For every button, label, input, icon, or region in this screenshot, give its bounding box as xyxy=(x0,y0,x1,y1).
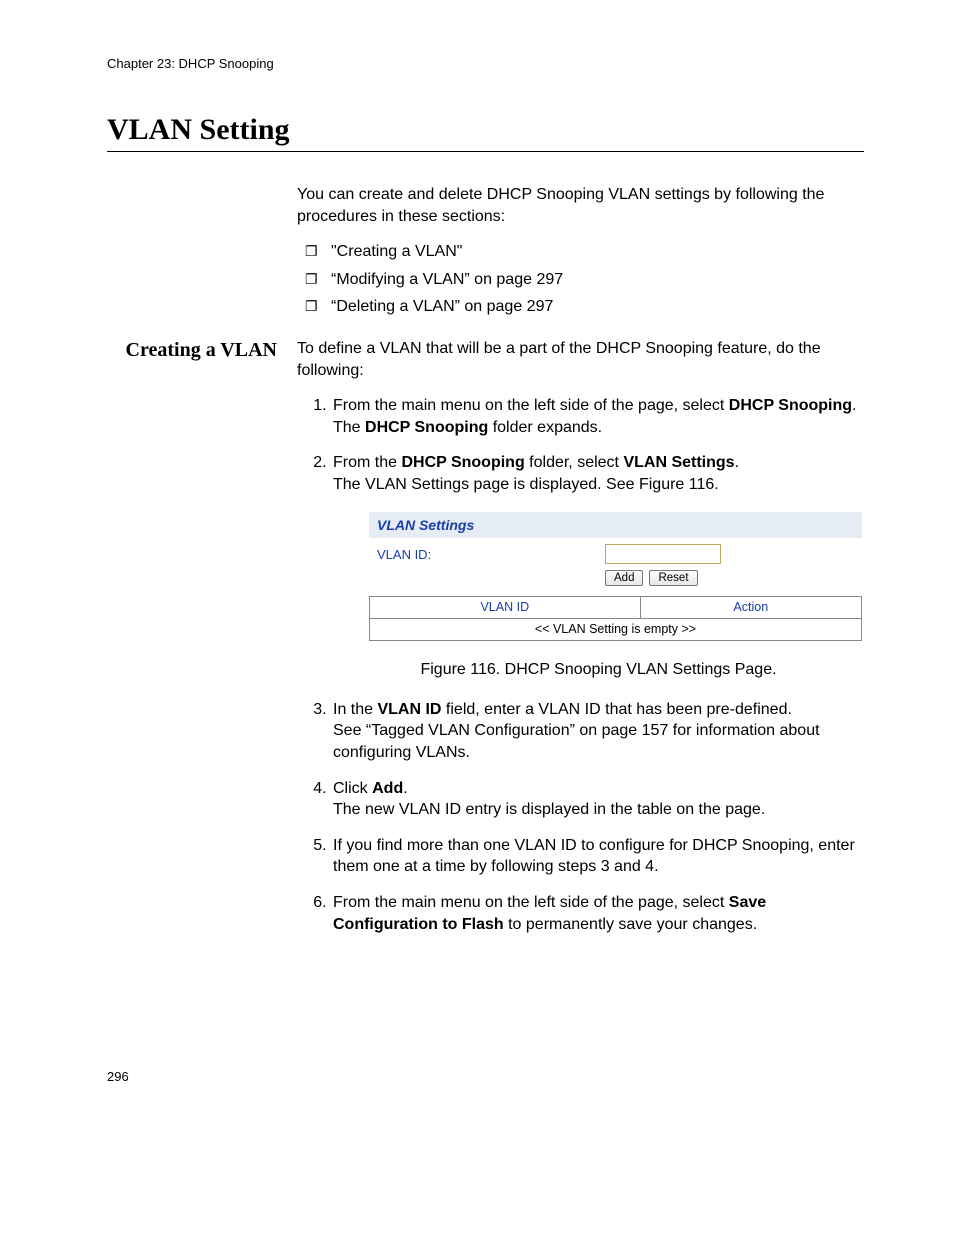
term-dhcp-snooping: DHCP Snooping xyxy=(729,397,852,414)
add-button[interactable]: Add xyxy=(605,570,643,586)
step: Click Add. The new VLAN ID entry is disp… xyxy=(331,778,864,821)
step-sub: The DHCP Snooping folder expands. xyxy=(333,417,864,439)
term-vlan-id: VLAN ID xyxy=(377,701,441,718)
vlan-table: VLAN ID Action << VLAN Setting is empty … xyxy=(369,596,862,641)
list-item: "Creating a VLAN" xyxy=(297,241,864,263)
term-vlan-settings: VLAN Settings xyxy=(623,454,734,471)
step: From the main menu on the left side of t… xyxy=(331,395,864,438)
subsection-heading: Creating a VLAN xyxy=(107,338,277,362)
step-sub: The new VLAN ID entry is displayed in th… xyxy=(333,799,864,821)
step-text: . xyxy=(403,780,407,797)
page-number: 296 xyxy=(107,1069,864,1084)
step-text: Click xyxy=(333,780,372,797)
reset-button[interactable]: Reset xyxy=(649,570,697,586)
figure-vlan-settings: VLAN Settings VLAN ID: Add Reset xyxy=(369,512,864,642)
step: If you find more than one VLAN ID to con… xyxy=(331,835,864,878)
step-text: The xyxy=(333,419,365,436)
figure-caption: Figure 116. DHCP Snooping VLAN Settings … xyxy=(333,659,864,681)
step-text: In the xyxy=(333,701,377,718)
step-text: From the xyxy=(333,454,401,471)
chapter-label: Chapter 23: DHCP Snooping xyxy=(107,56,864,71)
procedure-steps: From the main menu on the left side of t… xyxy=(297,395,864,935)
vlan-id-label: VLAN ID: xyxy=(377,546,605,564)
list-item: “Modifying a VLAN” on page 297 xyxy=(297,269,864,291)
page-title: VLAN Setting xyxy=(107,113,864,147)
step-text: If you find more than one VLAN ID to con… xyxy=(333,837,855,876)
title-rule xyxy=(107,151,864,152)
term-dhcp-snooping: DHCP Snooping xyxy=(365,419,488,436)
step-text: . xyxy=(852,397,856,414)
step: From the main menu on the left side of t… xyxy=(331,892,864,935)
step-text: . xyxy=(735,454,739,471)
term-dhcp-snooping: DHCP Snooping xyxy=(401,454,524,471)
col-header-action: Action xyxy=(640,597,861,619)
step-text: to permanently save your changes. xyxy=(504,916,757,933)
step: In the VLAN ID field, enter a VLAN ID th… xyxy=(331,699,864,764)
table-empty-message: << VLAN Setting is empty >> xyxy=(370,619,862,641)
subsection-intro: To define a VLAN that will be a part of … xyxy=(297,338,864,381)
step-text: folder expands. xyxy=(488,419,602,436)
step-text: field, enter a VLAN ID that has been pre… xyxy=(441,701,791,718)
section-link-list: "Creating a VLAN" “Modifying a VLAN” on … xyxy=(297,241,864,318)
step-text: folder, select xyxy=(525,454,624,471)
panel-title: VLAN Settings xyxy=(369,512,862,539)
step: From the DHCP Snooping folder, select VL… xyxy=(331,452,864,680)
step-text: From the main menu on the left side of t… xyxy=(333,894,729,911)
vlan-id-input[interactable] xyxy=(605,544,721,564)
term-add: Add xyxy=(372,780,403,797)
step-sub: The VLAN Settings page is displayed. See… xyxy=(333,474,864,496)
intro-paragraph: You can create and delete DHCP Snooping … xyxy=(297,184,864,227)
list-item: “Deleting a VLAN” on page 297 xyxy=(297,296,864,318)
step-text: From the main menu on the left side of t… xyxy=(333,397,729,414)
col-header-vlanid: VLAN ID xyxy=(370,597,641,619)
step-sub: See “Tagged VLAN Configuration” on page … xyxy=(333,720,864,763)
